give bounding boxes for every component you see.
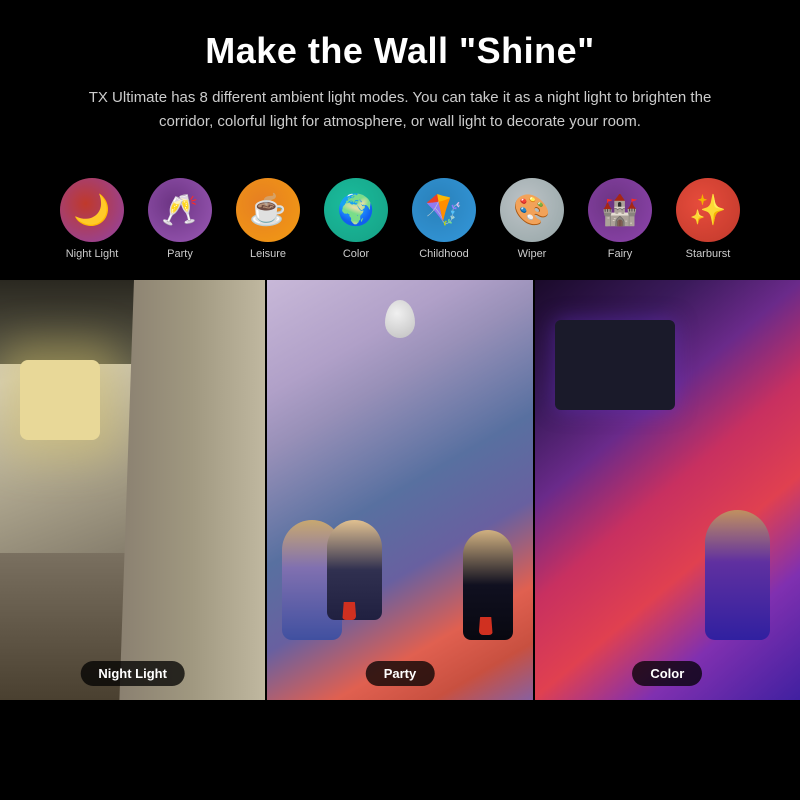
mode-label-party: Party (167, 248, 193, 260)
mode-label-fairy: Fairy (608, 248, 632, 260)
mode-label-wiper: Wiper (518, 248, 547, 260)
photo-panel-night: Night Light (0, 280, 265, 700)
mode-circle-fairy: 🏰 (588, 178, 652, 242)
panel-label-color: Color (632, 661, 702, 686)
mode-label-leisure: Leisure (250, 248, 286, 260)
mode-item-party: 🥂 Party (145, 178, 215, 260)
corridor (119, 280, 265, 700)
mode-circle-night-light: 🌙 (60, 178, 124, 242)
mode-label-night-light: Night Light (66, 248, 119, 260)
mode-item-night-light: 🌙 Night Light (57, 178, 127, 260)
page-container: Make the Wall "Shine" TX Ultimate has 8 … (0, 0, 800, 700)
red-cup-2 (479, 617, 493, 635)
mode-circle-wiper: 🎨 (500, 178, 564, 242)
photo-panel-party: Party (265, 280, 532, 700)
mode-item-starburst: ✨ Starburst (673, 178, 743, 260)
mode-item-color: 🌍 Color (321, 178, 391, 260)
mode-item-wiper: 🎨 Wiper (497, 178, 567, 260)
photos-grid: Night Light Party Color (0, 280, 800, 700)
mode-circle-party: 🥂 (148, 178, 212, 242)
photo-panel-color: Color (533, 280, 800, 700)
page-title: Make the Wall "Shine" (40, 30, 760, 72)
mode-circle-starburst: ✨ (676, 178, 740, 242)
modes-row: 🌙 Night Light 🥂 Party ☕ Leisure 🌍 Color 🪁 Childho… (0, 168, 800, 274)
page-subtitle: TX Ultimate has 8 different ambient ligh… (80, 86, 720, 134)
mode-circle-leisure: ☕ (236, 178, 300, 242)
mode-label-color: Color (343, 248, 369, 260)
mode-item-leisure: ☕ Leisure (233, 178, 303, 260)
mode-label-childhood: Childhood (419, 248, 469, 260)
balloon (385, 300, 415, 338)
mode-circle-color: 🌍 (324, 178, 388, 242)
panel-label-party: Party (366, 661, 435, 686)
mode-circle-childhood: 🪁 (412, 178, 476, 242)
mode-item-childhood: 🪁 Childhood (409, 178, 479, 260)
mode-label-starburst: Starburst (686, 248, 731, 260)
panel-label-night: Night Light (80, 661, 185, 686)
monitor (555, 320, 675, 410)
red-cup-1 (342, 602, 356, 620)
mode-item-fairy: 🏰 Fairy (585, 178, 655, 260)
wall-light (20, 360, 100, 440)
figure-color (705, 510, 770, 640)
top-section: Make the Wall "Shine" TX Ultimate has 8 … (0, 0, 800, 168)
